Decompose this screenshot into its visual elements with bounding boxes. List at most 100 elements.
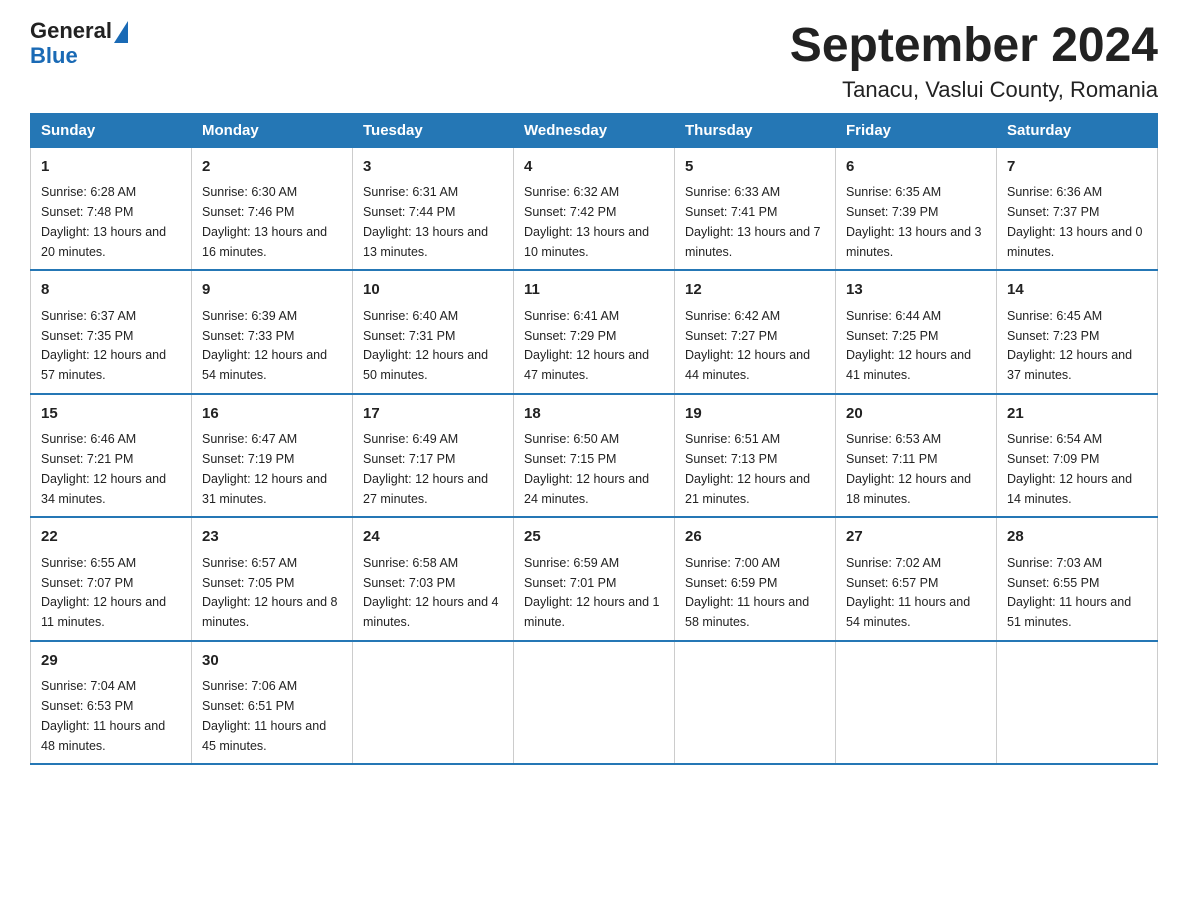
- day-info: Sunrise: 6:35 AMSunset: 7:39 PMDaylight:…: [846, 185, 982, 258]
- day-number: 17: [363, 403, 503, 426]
- day-info: Sunrise: 6:37 AMSunset: 7:35 PMDaylight:…: [41, 309, 166, 382]
- logo-text-general: General: [30, 18, 112, 43]
- day-info: Sunrise: 6:55 AMSunset: 7:07 PMDaylight:…: [41, 556, 166, 629]
- day-info: Sunrise: 6:28 AMSunset: 7:48 PMDaylight:…: [41, 185, 166, 258]
- table-row: 11 Sunrise: 6:41 AMSunset: 7:29 PMDaylig…: [514, 270, 675, 394]
- day-number: 15: [41, 403, 181, 426]
- day-number: 11: [524, 279, 664, 302]
- day-info: Sunrise: 6:46 AMSunset: 7:21 PMDaylight:…: [41, 432, 166, 505]
- day-info: Sunrise: 6:30 AMSunset: 7:46 PMDaylight:…: [202, 185, 327, 258]
- col-friday: Friday: [836, 113, 997, 147]
- day-number: 24: [363, 526, 503, 549]
- day-number: 29: [41, 650, 181, 673]
- table-row: 26 Sunrise: 7:00 AMSunset: 6:59 PMDaylig…: [675, 517, 836, 641]
- day-number: 9: [202, 279, 342, 302]
- day-number: 21: [1007, 403, 1147, 426]
- day-info: Sunrise: 7:04 AMSunset: 6:53 PMDaylight:…: [41, 679, 165, 752]
- table-row: 30 Sunrise: 7:06 AMSunset: 6:51 PMDaylig…: [192, 641, 353, 765]
- table-row: 16 Sunrise: 6:47 AMSunset: 7:19 PMDaylig…: [192, 394, 353, 518]
- day-info: Sunrise: 6:54 AMSunset: 7:09 PMDaylight:…: [1007, 432, 1132, 505]
- day-info: Sunrise: 6:51 AMSunset: 7:13 PMDaylight:…: [685, 432, 810, 505]
- col-wednesday: Wednesday: [514, 113, 675, 147]
- table-row: [675, 641, 836, 765]
- calendar-week-row: 15 Sunrise: 6:46 AMSunset: 7:21 PMDaylig…: [31, 394, 1158, 518]
- day-info: Sunrise: 6:33 AMSunset: 7:41 PMDaylight:…: [685, 185, 821, 258]
- table-row: 23 Sunrise: 6:57 AMSunset: 7:05 PMDaylig…: [192, 517, 353, 641]
- table-row: 13 Sunrise: 6:44 AMSunset: 7:25 PMDaylig…: [836, 270, 997, 394]
- table-row: 2 Sunrise: 6:30 AMSunset: 7:46 PMDayligh…: [192, 147, 353, 270]
- col-thursday: Thursday: [675, 113, 836, 147]
- table-row: 21 Sunrise: 6:54 AMSunset: 7:09 PMDaylig…: [997, 394, 1158, 518]
- calendar-week-row: 1 Sunrise: 6:28 AMSunset: 7:48 PMDayligh…: [31, 147, 1158, 270]
- col-sunday: Sunday: [31, 113, 192, 147]
- day-info: Sunrise: 6:59 AMSunset: 7:01 PMDaylight:…: [524, 556, 660, 629]
- table-row: 18 Sunrise: 6:50 AMSunset: 7:15 PMDaylig…: [514, 394, 675, 518]
- calendar-week-row: 8 Sunrise: 6:37 AMSunset: 7:35 PMDayligh…: [31, 270, 1158, 394]
- day-info: Sunrise: 6:31 AMSunset: 7:44 PMDaylight:…: [363, 185, 488, 258]
- table-row: 3 Sunrise: 6:31 AMSunset: 7:44 PMDayligh…: [353, 147, 514, 270]
- table-row: [836, 641, 997, 765]
- col-tuesday: Tuesday: [353, 113, 514, 147]
- day-number: 12: [685, 279, 825, 302]
- day-info: Sunrise: 6:49 AMSunset: 7:17 PMDaylight:…: [363, 432, 488, 505]
- day-number: 3: [363, 156, 503, 179]
- table-row: 1 Sunrise: 6:28 AMSunset: 7:48 PMDayligh…: [31, 147, 192, 270]
- table-row: 25 Sunrise: 6:59 AMSunset: 7:01 PMDaylig…: [514, 517, 675, 641]
- day-info: Sunrise: 6:40 AMSunset: 7:31 PMDaylight:…: [363, 309, 488, 382]
- day-info: Sunrise: 6:41 AMSunset: 7:29 PMDaylight:…: [524, 309, 649, 382]
- table-row: 29 Sunrise: 7:04 AMSunset: 6:53 PMDaylig…: [31, 641, 192, 765]
- day-info: Sunrise: 6:32 AMSunset: 7:42 PMDaylight:…: [524, 185, 649, 258]
- day-info: Sunrise: 6:47 AMSunset: 7:19 PMDaylight:…: [202, 432, 327, 505]
- day-number: 6: [846, 156, 986, 179]
- day-number: 19: [685, 403, 825, 426]
- table-row: 10 Sunrise: 6:40 AMSunset: 7:31 PMDaylig…: [353, 270, 514, 394]
- day-info: Sunrise: 6:42 AMSunset: 7:27 PMDaylight:…: [685, 309, 810, 382]
- day-number: 28: [1007, 526, 1147, 549]
- page-header: General Blue September 2024 Tanacu, Vasl…: [30, 20, 1158, 103]
- calendar-week-row: 29 Sunrise: 7:04 AMSunset: 6:53 PMDaylig…: [31, 641, 1158, 765]
- logo: General Blue: [30, 20, 128, 68]
- weekday-header-row: Sunday Monday Tuesday Wednesday Thursday…: [31, 113, 1158, 147]
- day-number: 5: [685, 156, 825, 179]
- table-row: 20 Sunrise: 6:53 AMSunset: 7:11 PMDaylig…: [836, 394, 997, 518]
- logo-triangle-icon: [114, 21, 128, 43]
- calendar-subtitle: Tanacu, Vaslui County, Romania: [790, 77, 1158, 103]
- table-row: 17 Sunrise: 6:49 AMSunset: 7:17 PMDaylig…: [353, 394, 514, 518]
- calendar-title: September 2024: [790, 20, 1158, 73]
- table-row: 5 Sunrise: 6:33 AMSunset: 7:41 PMDayligh…: [675, 147, 836, 270]
- day-number: 2: [202, 156, 342, 179]
- table-row: 19 Sunrise: 6:51 AMSunset: 7:13 PMDaylig…: [675, 394, 836, 518]
- table-row: 27 Sunrise: 7:02 AMSunset: 6:57 PMDaylig…: [836, 517, 997, 641]
- day-info: Sunrise: 6:57 AMSunset: 7:05 PMDaylight:…: [202, 556, 338, 629]
- day-info: Sunrise: 6:53 AMSunset: 7:11 PMDaylight:…: [846, 432, 971, 505]
- day-number: 8: [41, 279, 181, 302]
- table-row: 9 Sunrise: 6:39 AMSunset: 7:33 PMDayligh…: [192, 270, 353, 394]
- day-number: 27: [846, 526, 986, 549]
- day-info: Sunrise: 6:39 AMSunset: 7:33 PMDaylight:…: [202, 309, 327, 382]
- day-number: 23: [202, 526, 342, 549]
- table-row: 6 Sunrise: 6:35 AMSunset: 7:39 PMDayligh…: [836, 147, 997, 270]
- day-info: Sunrise: 7:06 AMSunset: 6:51 PMDaylight:…: [202, 679, 326, 752]
- day-info: Sunrise: 6:58 AMSunset: 7:03 PMDaylight:…: [363, 556, 499, 629]
- day-number: 7: [1007, 156, 1147, 179]
- table-row: [997, 641, 1158, 765]
- col-saturday: Saturday: [997, 113, 1158, 147]
- table-row: 28 Sunrise: 7:03 AMSunset: 6:55 PMDaylig…: [997, 517, 1158, 641]
- day-number: 13: [846, 279, 986, 302]
- table-row: 7 Sunrise: 6:36 AMSunset: 7:37 PMDayligh…: [997, 147, 1158, 270]
- day-number: 22: [41, 526, 181, 549]
- logo-text-blue: Blue: [30, 43, 78, 68]
- day-info: Sunrise: 7:00 AMSunset: 6:59 PMDaylight:…: [685, 556, 809, 629]
- day-number: 20: [846, 403, 986, 426]
- table-row: [353, 641, 514, 765]
- table-row: 12 Sunrise: 6:42 AMSunset: 7:27 PMDaylig…: [675, 270, 836, 394]
- title-block: September 2024 Tanacu, Vaslui County, Ro…: [790, 20, 1158, 103]
- col-monday: Monday: [192, 113, 353, 147]
- calendar-table: Sunday Monday Tuesday Wednesday Thursday…: [30, 113, 1158, 766]
- table-row: 24 Sunrise: 6:58 AMSunset: 7:03 PMDaylig…: [353, 517, 514, 641]
- day-number: 26: [685, 526, 825, 549]
- table-row: 15 Sunrise: 6:46 AMSunset: 7:21 PMDaylig…: [31, 394, 192, 518]
- day-number: 14: [1007, 279, 1147, 302]
- day-info: Sunrise: 7:02 AMSunset: 6:57 PMDaylight:…: [846, 556, 970, 629]
- day-info: Sunrise: 6:44 AMSunset: 7:25 PMDaylight:…: [846, 309, 971, 382]
